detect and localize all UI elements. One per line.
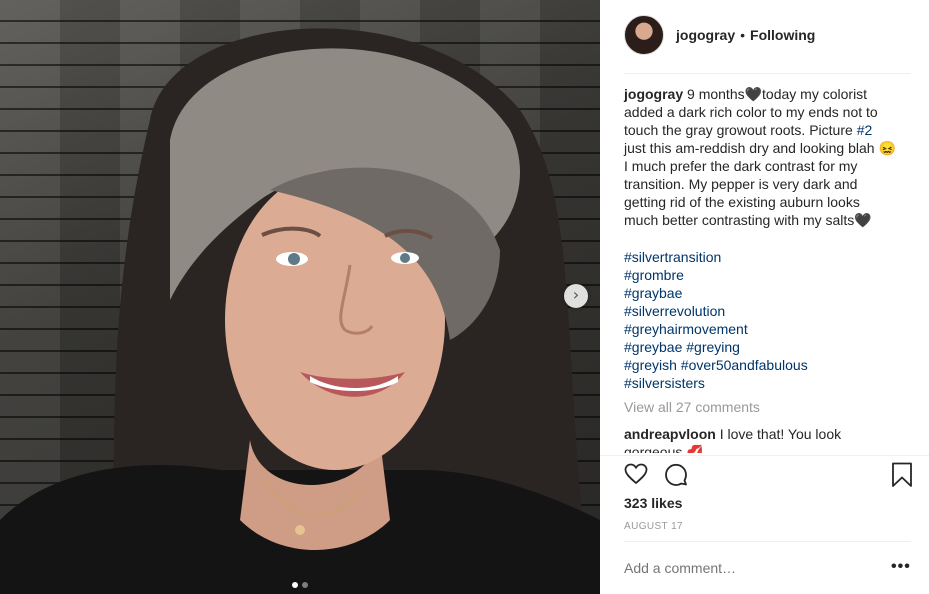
likes-count[interactable]: 323 likes <box>624 495 682 511</box>
caption-line: I much prefer the dark contrast for my <box>624 158 858 174</box>
bookmark-icon[interactable] <box>891 462 913 488</box>
comment-divider <box>624 541 911 542</box>
hashtag-link[interactable]: #2 <box>857 122 873 138</box>
caption-line: getting rid of the existing auburn looks <box>624 194 860 210</box>
post-header: jogogray • Following <box>624 14 914 56</box>
header-divider <box>624 73 911 74</box>
following-button[interactable]: Following <box>750 27 815 43</box>
hashtag-list: #silvertransition #grombre #graybae #sil… <box>624 248 914 392</box>
portrait-illustration <box>0 28 600 594</box>
hashtag-link[interactable]: #greyhairmovement <box>624 320 914 338</box>
hashtag-link[interactable]: #silverrevolution <box>624 302 914 320</box>
carousel-dot <box>292 582 298 588</box>
more-options-button[interactable]: ••• <box>891 559 911 575</box>
comment-item: andreapvloon I love that! You look gorge… <box>624 425 884 453</box>
carousel-indicator <box>0 575 600 593</box>
caption-username[interactable]: jogogray <box>624 86 683 102</box>
comment-bubble-icon[interactable] <box>664 462 688 486</box>
hashtag-link[interactable]: #greyish #over50andfabulous <box>624 356 914 374</box>
avatar[interactable] <box>624 15 664 55</box>
chevron-right-icon: › <box>572 285 580 304</box>
actions-divider <box>600 455 929 456</box>
post-date[interactable]: AUGUST 17 <box>624 521 683 532</box>
hashtag-link[interactable]: #greybae #greying <box>624 338 914 356</box>
header-separator: • <box>740 27 746 43</box>
post-caption: jogogray 9 months🖤today my colorist adde… <box>624 85 914 229</box>
hashtag-link[interactable]: #graybae <box>624 284 914 302</box>
add-comment-input[interactable] <box>624 560 824 576</box>
carousel-dot <box>302 582 308 588</box>
hashtag-link[interactable]: #silvertransition <box>624 248 914 266</box>
next-slide-button[interactable]: › <box>564 284 588 308</box>
caption-line: just this am-reddish dry and looking bla… <box>624 140 896 156</box>
hashtag-link[interactable]: #grombre <box>624 266 914 284</box>
action-bar <box>624 462 914 488</box>
caption-line: transition. My pepper is very dark and <box>624 176 858 192</box>
caption-line: 9 months🖤today my colorist <box>687 86 868 102</box>
header-username[interactable]: jogogray <box>676 27 735 43</box>
view-all-comments-link[interactable]: View all 27 comments <box>624 399 760 415</box>
post-photo[interactable]: › <box>0 0 600 594</box>
heart-icon[interactable] <box>624 462 648 486</box>
caption-line: much better contrasting with my salts🖤 <box>624 212 872 228</box>
hashtag-link[interactable]: #silversisters <box>624 374 914 392</box>
comment-username[interactable]: andreapvloon <box>624 426 716 442</box>
caption-line: added a dark rich color to my ends not t… <box>624 104 878 120</box>
caption-line: touch the gray growout roots. Picture #2 <box>624 122 873 138</box>
